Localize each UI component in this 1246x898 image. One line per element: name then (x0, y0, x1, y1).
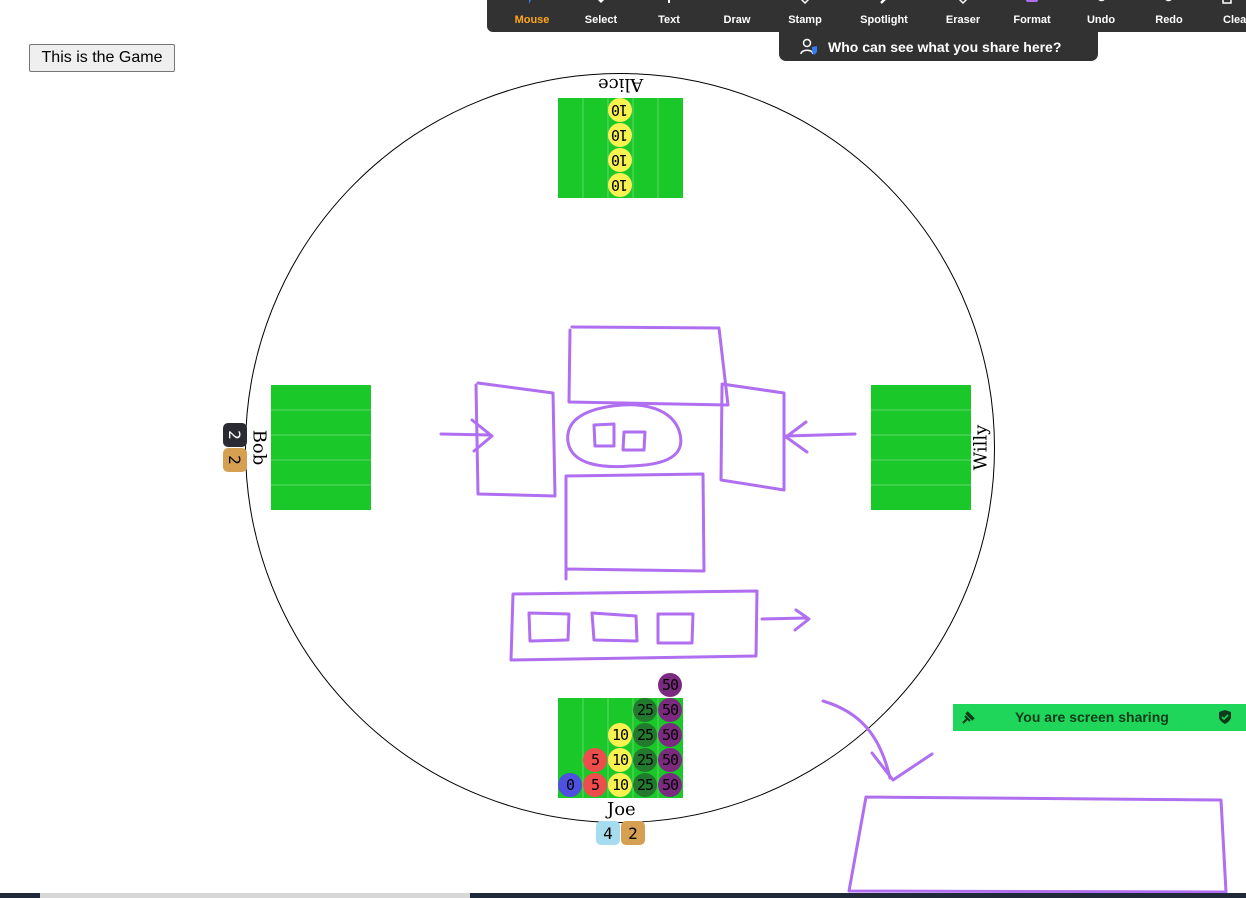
text-icon (668, 0, 670, 3)
annotation-oval-square-2 (621, 430, 647, 452)
annotation-bottom-arrow (760, 608, 811, 632)
toolbar-label: Stamp (788, 14, 822, 26)
pin-icon[interactable] (961, 711, 975, 725)
scroll-indicator (40, 893, 470, 898)
toolbar-select[interactable]: Select (567, 0, 635, 32)
annotation-left-arrow (439, 418, 494, 453)
annotation-small-square-3 (656, 612, 695, 645)
toolbar-label: Mouse (514, 14, 550, 26)
eraser-icon (958, 0, 968, 4)
toolbar-format[interactable]: Format (997, 0, 1067, 32)
annotation-top-box (567, 325, 730, 407)
toolbar-label: Eraser (945, 14, 981, 26)
undo-icon (1098, 0, 1105, 2)
annotation-bottom-box (509, 589, 759, 662)
toolbar-stamp[interactable]: Stamp (771, 0, 839, 32)
people-shield-icon (800, 38, 817, 55)
toolbar-spotlight[interactable]: Spotlight (839, 0, 929, 32)
stamp-icon (800, 0, 810, 4)
toolbar-label: Clea (1223, 14, 1246, 26)
toolbar-label: Spotlight (860, 14, 908, 26)
format-icon (1026, 0, 1038, 2)
annotation-large-box (847, 795, 1228, 894)
annotation-center-box (564, 472, 706, 581)
share-visibility-notice[interactable]: Who can see what you share here? (779, 32, 1098, 61)
toolbar-clear[interactable]: Clea (1213, 0, 1246, 32)
annotation-drawing-layer (439, 325, 1228, 894)
annotation-small-square-2 (590, 611, 639, 643)
toolbar-label: Select (584, 14, 618, 26)
toolbar-label: Text (658, 14, 680, 26)
select-icon (597, 0, 605, 4)
toolbar-text[interactable]: Text (635, 0, 703, 32)
redo-icon (1165, 0, 1172, 2)
toolbar-label: Format (1013, 14, 1051, 26)
annotation-small-square-1 (527, 611, 571, 643)
annotation-toolbar: Mouse Select Text Draw Stamp Spotlight E… (487, 0, 1246, 32)
cursor-icon (529, 0, 535, 4)
toolbar-mouse[interactable]: Mouse (497, 0, 567, 32)
toolbar-redo[interactable]: Redo (1135, 0, 1203, 32)
toolbar-label: Draw (723, 14, 751, 26)
draw-icon (730, 0, 744, 4)
screen-sharing-indicator[interactable]: You are screen sharing (953, 704, 1246, 731)
toolbar-label: Redo (1155, 14, 1183, 26)
annotation-curve-arrow (821, 699, 934, 782)
spotlight-icon (880, 0, 886, 4)
toolbar-label: Undo (1086, 14, 1116, 26)
shield-check-icon (1219, 710, 1231, 724)
annotation-right-box (719, 382, 786, 492)
annotation-right-arrow (784, 420, 857, 454)
trash-icon (1222, 0, 1232, 4)
screen-sharing-text: You are screen sharing (1015, 709, 1169, 725)
annotation-oval-square-1 (592, 422, 616, 448)
toolbar-undo[interactable]: Undo (1067, 0, 1135, 32)
share-visibility-text: Who can see what you share here? (828, 38, 1062, 55)
bottom-taskbar-edge (0, 893, 1246, 898)
toolbar-draw[interactable]: Draw (703, 0, 771, 32)
toolbar-eraser[interactable]: Eraser (929, 0, 997, 32)
